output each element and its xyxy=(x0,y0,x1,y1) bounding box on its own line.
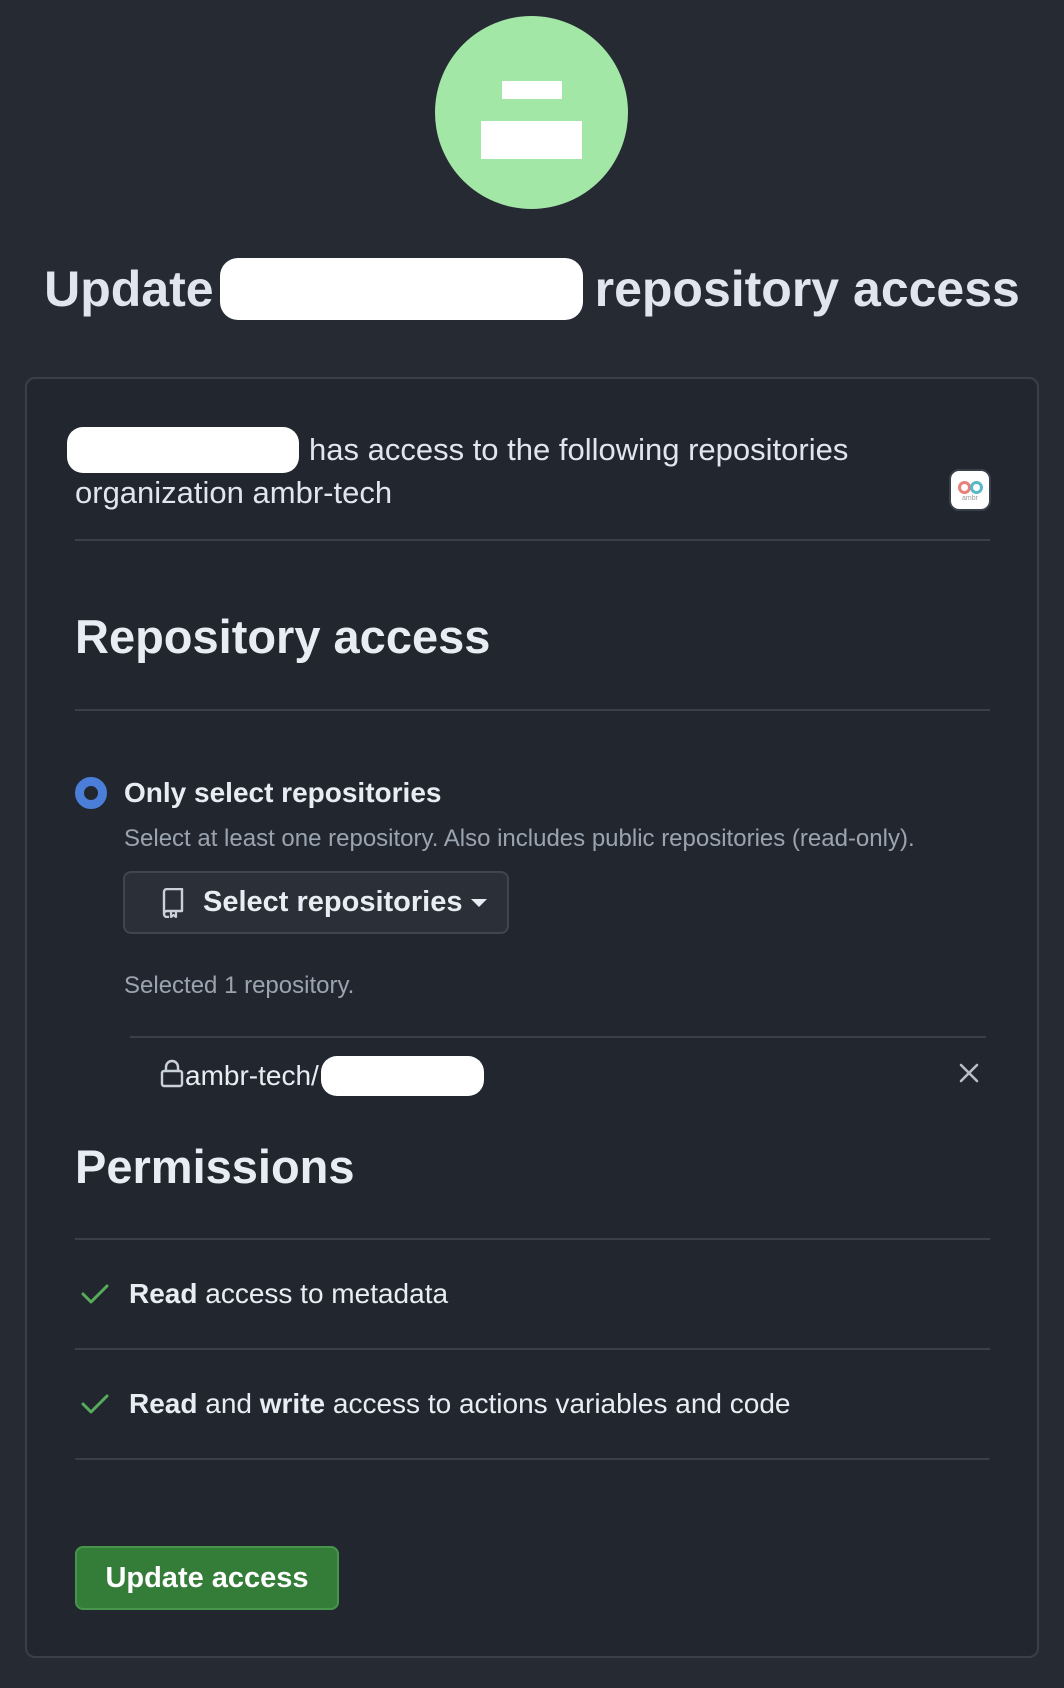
selected-repo-row: ambr-tech/ xyxy=(130,1036,986,1110)
check-icon xyxy=(81,1394,109,1414)
logo-text: ambr xyxy=(962,495,978,502)
permission-item: Read and write access to actions variabl… xyxy=(75,1350,990,1458)
title-prefix: Update xyxy=(44,261,214,317)
check-icon xyxy=(81,1284,109,1304)
update-access-button[interactable]: Update access xyxy=(75,1546,339,1610)
selected-count: Selected 1 repository. xyxy=(124,972,355,999)
intro-line1: has access to the following repositories xyxy=(67,427,1017,473)
select-repositories-label: Select repositories xyxy=(203,886,463,918)
logo-circle-right xyxy=(970,481,983,494)
only-select-help: Select at least one repository. Also inc… xyxy=(124,825,915,852)
intro-text: has access to the following repositories xyxy=(309,432,849,467)
organization-label: organization ambr-tech xyxy=(75,475,393,510)
repo-icon xyxy=(162,887,184,918)
page: Update repository access has access to t… xyxy=(0,0,1064,1688)
permission-text: Read access to metadata xyxy=(129,1278,449,1309)
avatar-glyph-top xyxy=(502,81,562,99)
organization-logo: ambr xyxy=(949,469,991,511)
permissions-heading: Permissions xyxy=(75,1140,355,1193)
only-select-radio[interactable] xyxy=(75,777,107,809)
lock-icon xyxy=(160,1059,184,1088)
avatar-glyph-bottom xyxy=(481,121,582,159)
permission-text: Read and write access to actions variabl… xyxy=(129,1388,791,1419)
repository-access-heading: Repository access xyxy=(75,610,491,663)
select-repositories-button[interactable]: Select repositories xyxy=(123,871,509,934)
caret-down-icon xyxy=(470,898,487,907)
only-select-label: Only select repositories xyxy=(124,777,442,808)
redacted-repo-name xyxy=(320,1056,484,1096)
divider xyxy=(75,709,990,711)
redacted-app-name xyxy=(219,258,583,320)
redacted-app-name-inline xyxy=(67,427,299,473)
selected-repo-name: ambr-tech/ xyxy=(185,1056,484,1096)
divider xyxy=(75,539,990,541)
divider xyxy=(75,1458,990,1460)
access-card: has access to the following repositories… xyxy=(25,377,1039,1658)
title-suffix: repository access xyxy=(594,261,1020,317)
app-avatar xyxy=(435,16,628,209)
page-title: Update repository access xyxy=(0,258,1064,320)
remove-repo-icon[interactable] xyxy=(952,1056,986,1090)
permission-item: Read access to metadata xyxy=(75,1240,990,1348)
only-select-option[interactable]: Only select repositories xyxy=(75,777,441,809)
repo-owner-prefix: ambr-tech/ xyxy=(185,1060,319,1091)
intro: has access to the following repositories… xyxy=(67,427,1017,511)
